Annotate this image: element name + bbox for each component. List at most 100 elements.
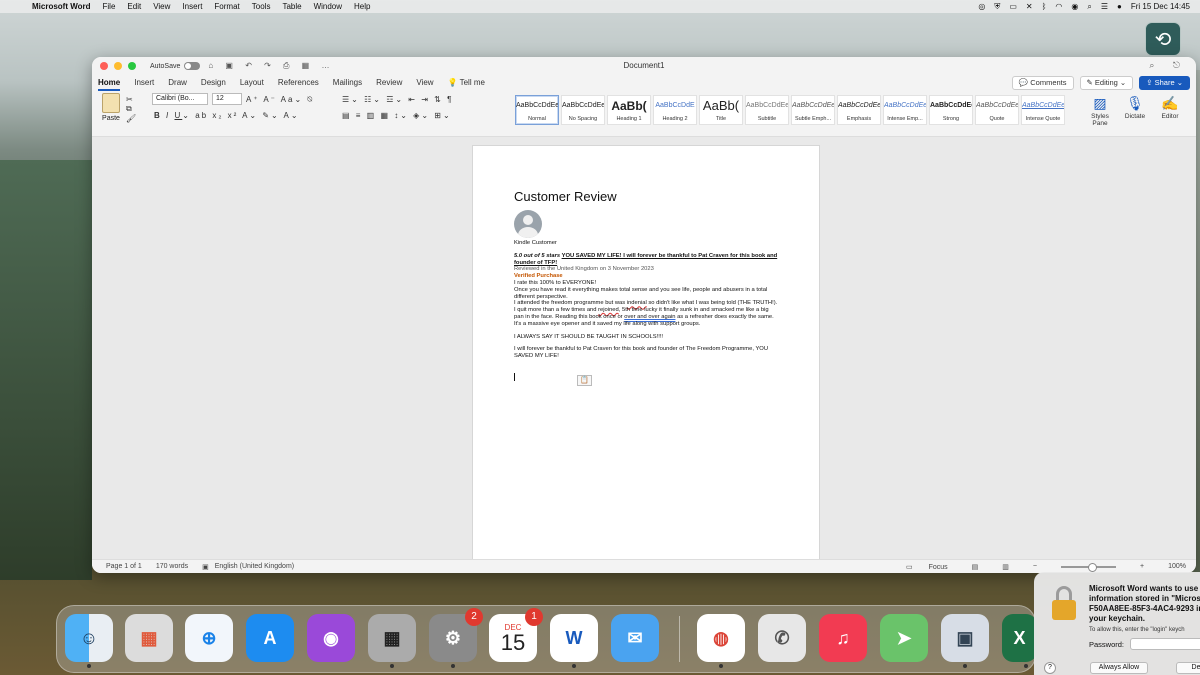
menu-help[interactable]: Help: [354, 2, 370, 11]
deny-button[interactable]: De: [1176, 662, 1200, 674]
style-strong[interactable]: AaBbCcDdEe Strong: [929, 95, 973, 125]
tab-references[interactable]: References: [278, 75, 319, 91]
tell-me[interactable]: 💡 Tell me: [448, 75, 485, 91]
editing-button[interactable]: ✎ Editing ⌄: [1079, 76, 1134, 90]
menu-insert[interactable]: Insert: [182, 2, 202, 11]
podcasts-icon[interactable]: ◉: [307, 614, 355, 662]
safari-icon[interactable]: ⊕: [185, 614, 233, 662]
shield-icon[interactable]: ⛨: [994, 2, 1000, 12]
whatsapp-icon[interactable]: ✆: [758, 614, 806, 662]
style-subtitle[interactable]: AaBbCcDdEe Subtitle: [745, 95, 789, 125]
tab-design[interactable]: Design: [201, 75, 226, 91]
launchpad-icon[interactable]: ▦: [125, 614, 173, 662]
style-normal[interactable]: AaBbCcDdEe Normal: [515, 95, 559, 125]
paste-options-icon[interactable]: 📋: [577, 375, 592, 386]
control-center-icon[interactable]: ☰: [1101, 2, 1108, 11]
mute-icon[interactable]: ✕: [1026, 2, 1033, 11]
tab-view[interactable]: View: [416, 75, 433, 91]
quick-access-icons[interactable]: ⌂ ▣ ↶ ↷ ⎙ ▦ …: [208, 61, 334, 71]
tab-draw[interactable]: Draw: [168, 75, 187, 91]
tab-insert[interactable]: Insert: [134, 75, 154, 91]
style-heading-2[interactable]: AaBbCcDdE Heading 2: [653, 95, 697, 125]
menu-tools[interactable]: Tools: [252, 2, 271, 11]
menu-file[interactable]: File: [103, 2, 116, 11]
time-machine-icon[interactable]: ⟲: [1145, 22, 1181, 56]
style-intense-emphasis[interactable]: AaBbCcDdEe Intense Emp...: [883, 95, 927, 125]
zoom-in-icon[interactable]: +: [1140, 563, 1144, 570]
grammar-suggestion[interactable]: over and over again: [624, 314, 675, 320]
tab-mailings[interactable]: Mailings: [333, 75, 362, 91]
minimize-button[interactable]: [114, 62, 122, 70]
style-title[interactable]: AaBb(Title: [699, 95, 743, 125]
menu-view[interactable]: View: [153, 2, 170, 11]
language[interactable]: English (United Kingdom): [215, 563, 294, 570]
menu-window[interactable]: Window: [314, 2, 342, 11]
system-settings-icon[interactable]: ⚙ 2: [429, 608, 483, 668]
wifi-icon[interactable]: ◠: [1055, 2, 1062, 11]
user-icon[interactable]: ◉: [1071, 2, 1078, 11]
help-button[interactable]: ?: [1044, 662, 1056, 674]
clock[interactable]: Fri 15 Dec 14:45: [1131, 2, 1190, 11]
zoom-slider[interactable]: [1061, 562, 1116, 572]
document-page[interactable]: Customer Review Kindle Customer 5.0 out …: [472, 145, 820, 565]
password-field[interactable]: [1130, 638, 1200, 650]
menu-format[interactable]: Format: [214, 2, 239, 11]
search-share-icons[interactable]: ⌕ ⎋: [1149, 60, 1188, 71]
clipboard-tools[interactable]: ✂ ⧉ 🖌: [126, 95, 138, 123]
styles-pane-button[interactable]: ▨ Styles Pane: [1086, 93, 1114, 127]
style-no-spacing[interactable]: AaBbCcDdEe No Spacing: [561, 95, 605, 125]
paragraph-icons[interactable]: ☰⌄ ☷⌄ ☲⌄ ⇤ ⇥ ⇅ ¶: [342, 95, 453, 104]
word-icon[interactable]: W: [550, 614, 598, 668]
preview-icon[interactable]: ▣: [941, 614, 989, 668]
font-size-icons[interactable]: A⁺ A⁻ Aa⌄ ⍉: [246, 95, 314, 105]
word-count[interactable]: 170 words: [156, 563, 188, 570]
tab-review[interactable]: Review: [376, 75, 402, 91]
app-menu[interactable]: Microsoft Word: [32, 2, 91, 11]
siri-like-icon[interactable]: ◎: [978, 2, 985, 11]
zoom-out-icon[interactable]: −: [1033, 563, 1037, 570]
tab-layout[interactable]: Layout: [240, 75, 264, 91]
camera-icon[interactable]: ▭: [1009, 2, 1017, 11]
tab-home[interactable]: Home: [98, 75, 121, 91]
style-subtle-emphasis[interactable]: AaBbCcDdEe Subtle Emph...: [791, 95, 835, 125]
web-layout-icon[interactable]: ▥: [1002, 563, 1009, 571]
font-size-select[interactable]: 12: [212, 93, 242, 105]
chrome-icon[interactable]: ◍: [697, 614, 745, 668]
maps-icon[interactable]: ➤: [880, 614, 928, 662]
style-quote[interactable]: AaBbCcDdEe Quote: [975, 95, 1019, 125]
style-heading-1[interactable]: AaBb(Heading 1: [607, 95, 651, 125]
focus-button[interactable]: ▭ Focus: [892, 563, 948, 571]
autosave-toggle[interactable]: [184, 62, 201, 70]
proofing-icon[interactable]: ▣: [202, 563, 209, 571]
zoom-level[interactable]: 100%: [1168, 563, 1186, 570]
music-icon[interactable]: ♫: [819, 614, 867, 662]
dictate-button[interactable]: 🎙 Dictate: [1121, 93, 1149, 120]
spelling-error[interactable]: rejoined: [598, 307, 619, 313]
share-button[interactable]: ⇪ Share ⌄: [1139, 76, 1190, 90]
paste-button[interactable]: Paste: [100, 93, 122, 122]
finder-icon[interactable]: ☺: [65, 614, 113, 668]
calendar-icon[interactable]: DEC 15 1: [489, 608, 543, 662]
editor-button[interactable]: ✍ Editor: [1156, 93, 1184, 120]
format-icons[interactable]: B I U⌄ ab x₂ x² A⌄ ✎⌄ A⌄: [154, 111, 300, 120]
spotlight-icon[interactable]: ⌕: [1087, 2, 1091, 12]
bluetooth-icon[interactable]: ᛒ: [1042, 2, 1047, 11]
font-name-select[interactable]: Calibri (Bo...: [152, 93, 208, 105]
spelling-error[interactable]: indenial: [627, 300, 647, 306]
print-layout-icon[interactable]: ▤: [972, 563, 979, 571]
always-allow-button[interactable]: Always Allow: [1090, 662, 1148, 674]
siri-icon[interactable]: ●: [1117, 2, 1122, 11]
style-intense-quote[interactable]: AaBbCcDdEe Intense Quote: [1021, 95, 1065, 125]
mail-icon[interactable]: ✉: [611, 614, 659, 662]
app-store-icon[interactable]: A: [246, 614, 294, 662]
calculator-icon[interactable]: ▦: [368, 614, 416, 668]
close-button[interactable]: [100, 62, 108, 70]
menu-table[interactable]: Table: [282, 2, 301, 11]
excel-icon[interactable]: X: [1002, 614, 1037, 668]
style-emphasis[interactable]: AaBbCcDdEe Emphasis: [837, 95, 881, 125]
comments-button[interactable]: 💬 Comments: [1011, 76, 1074, 90]
zoom-button[interactable]: [128, 62, 136, 70]
alignment-icons[interactable]: ▤ ≡ ▥ ▦ ↕⌄ ◈⌄ ⊞⌄: [342, 111, 452, 120]
page-count[interactable]: Page 1 of 1: [106, 563, 142, 570]
menu-edit[interactable]: Edit: [127, 2, 141, 11]
